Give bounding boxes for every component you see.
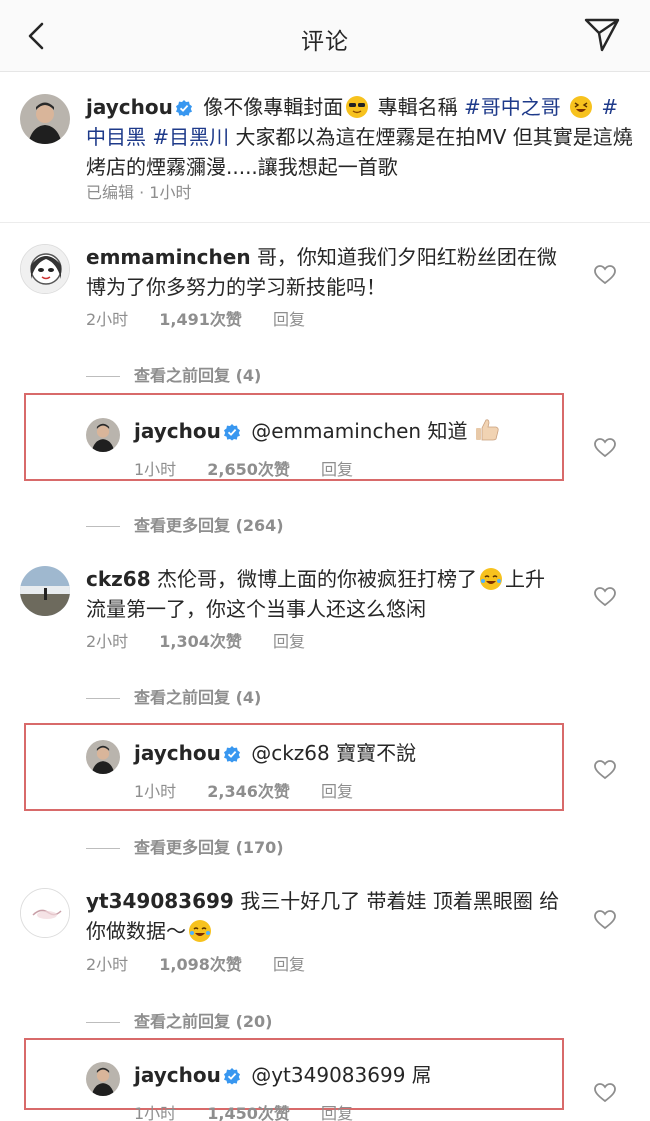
comment-meta: 2小时 1,098次赞 回复 (86, 951, 331, 975)
top-bar: 评论 (0, 0, 650, 72)
comment-body: 博为了你多努力的学习新技能吗！ (86, 275, 386, 299)
verified-badge-icon (223, 1068, 240, 1085)
reply-button[interactable]: 回复 (321, 1104, 353, 1121)
comment-username[interactable]: ckz68 (86, 567, 151, 591)
view-previous-replies[interactable]: 查看之前回复 (4) (86, 684, 261, 708)
reply-avatar[interactable] (86, 1062, 120, 1096)
reply-username[interactable]: jaychou (134, 419, 221, 443)
comment-meta: 2小时 1,491次赞 回复 (86, 306, 331, 330)
page-title: 评论 (301, 29, 349, 55)
view-previous-replies[interactable]: 查看之前回复 (20) (86, 1008, 272, 1032)
like-heart-icon[interactable] (594, 587, 616, 607)
reply-meta: 1小时 2,346次赞 回复 (134, 778, 379, 802)
reply-button[interactable]: 回复 (273, 955, 305, 974)
verified-badge-icon (175, 100, 192, 117)
post-author-avatar[interactable] (20, 94, 70, 144)
reply-text: jaychou @ckz68 寶寶不說 (134, 738, 554, 768)
reply-text: jaychou @yt349083699 屌 (134, 1060, 554, 1090)
comment-username[interactable]: emmaminchen (86, 245, 251, 269)
comment-time: 2小时 (86, 310, 129, 329)
reply-avatar[interactable] (86, 418, 120, 452)
reply-body: 寶寶不說 (336, 741, 417, 765)
reply-likes[interactable]: 2,650次赞 (207, 460, 290, 479)
reply-likes[interactable]: 1,450次赞 (207, 1104, 290, 1121)
verified-badge-icon (223, 424, 240, 441)
mention-link[interactable]: @ckz68 (251, 741, 330, 765)
reply-body: 知道 (427, 419, 468, 443)
reply-button[interactable]: 回复 (321, 782, 353, 801)
mention-link[interactable]: @yt349083699 (251, 1063, 405, 1087)
thumbs-up-emoji-icon (474, 418, 500, 450)
comment-time: 2小时 (86, 955, 129, 974)
comment-text: emmaminchen 哥，你知道我们夕阳红粉丝团在微 博为了你多努力的学习新技… (86, 242, 586, 302)
view-more-replies[interactable]: 查看更多回复 (264) (86, 512, 284, 536)
post-caption: jaychou 像不像專輯封面 專輯名稱 #哥中之哥 # 中目黑 #目黑川 大家… (86, 92, 636, 182)
comment-body: 哥，你知道我们夕阳红粉丝团在微 (256, 245, 557, 269)
comment-text: yt349083699 我三十好几了 带着娃 顶着黑眼圈 给 你做数据～ (86, 886, 586, 946)
comment-likes[interactable]: 1,304次赞 (159, 632, 242, 651)
reply-time: 1小时 (134, 460, 177, 479)
comment-body: 流量第一了，你这个当事人还这么悠闲 (86, 597, 426, 621)
comment-meta: 2小时 1,304次赞 回复 (86, 628, 331, 652)
divider (0, 222, 650, 223)
hashtag-link[interactable]: #哥中之哥 (464, 95, 561, 119)
comment-likes[interactable]: 1,491次赞 (159, 310, 242, 329)
hashtag-link[interactable]: # (601, 95, 618, 119)
direct-send-icon[interactable] (582, 14, 622, 54)
hashtag-link[interactable]: 中目黑 (86, 125, 146, 149)
like-heart-icon[interactable] (594, 910, 616, 930)
reply-button[interactable]: 回复 (273, 310, 305, 329)
caption-text: 大家都以為這在煙霧是在拍MV 但其實是這 (229, 125, 613, 149)
like-heart-icon[interactable] (594, 265, 616, 285)
tears-of-joy-emoji-icon (480, 568, 502, 590)
reply-likes[interactable]: 2,346次赞 (207, 782, 290, 801)
reply-body: 屌 (411, 1063, 432, 1087)
commenter-avatar[interactable] (20, 244, 70, 294)
reply-button[interactable]: 回复 (273, 632, 305, 651)
comment-body: 我三十好几了 带着娃 顶着黑眼圈 给 (240, 889, 560, 913)
post-meta: 已编辑 · 1小时 (86, 183, 192, 202)
reply-time: 1小时 (134, 1104, 177, 1121)
verified-badge-icon (223, 746, 240, 763)
comment-body: 上升 (505, 567, 545, 591)
hashtag-link[interactable]: #目黑川 (152, 125, 229, 149)
reply-avatar[interactable] (86, 740, 120, 774)
mention-link[interactable]: @emmaminchen (251, 419, 421, 443)
reply-time: 1小时 (134, 782, 177, 801)
caption-text: 像不像專輯封面 (203, 95, 344, 119)
reply-meta: 1小时 2,650次赞 回复 (134, 456, 379, 480)
view-previous-replies[interactable]: 查看之前回复 (4) (86, 362, 261, 386)
caption-text: 專輯名稱 (377, 95, 458, 119)
like-heart-icon[interactable] (594, 438, 616, 458)
comment-text: ckz68 杰伦哥，微博上面的你被疯狂打榜了 上升 流量第一了，你这个当事人还这么… (86, 564, 586, 624)
reply-username[interactable]: jaychou (134, 1063, 221, 1087)
comment-body: 你做数据～ (86, 919, 186, 943)
comment-time: 2小时 (86, 632, 129, 651)
reply-meta: 1小时 1,450次赞 回复 (134, 1100, 379, 1121)
view-more-replies[interactable]: 查看更多回复 (170) (86, 834, 284, 858)
reply-text: jaychou @emmaminchen 知道 (134, 416, 554, 450)
comment-likes[interactable]: 1,098次赞 (159, 955, 242, 974)
like-heart-icon[interactable] (594, 760, 616, 780)
reply-button[interactable]: 回复 (321, 460, 353, 479)
like-heart-icon[interactable] (594, 1083, 616, 1103)
commenter-avatar[interactable] (20, 566, 70, 616)
sunglasses-emoji-icon (346, 96, 369, 118)
reply-username[interactable]: jaychou (134, 741, 221, 765)
comment-username[interactable]: yt349083699 (86, 889, 234, 913)
laughing-emoji-icon (570, 96, 593, 118)
post-username[interactable]: jaychou (86, 95, 173, 119)
comment-body: 杰伦哥，微博上面的你被疯狂打榜了 (157, 567, 477, 591)
commenter-avatar[interactable] (20, 888, 70, 938)
tears-of-joy-emoji-icon (189, 920, 211, 942)
